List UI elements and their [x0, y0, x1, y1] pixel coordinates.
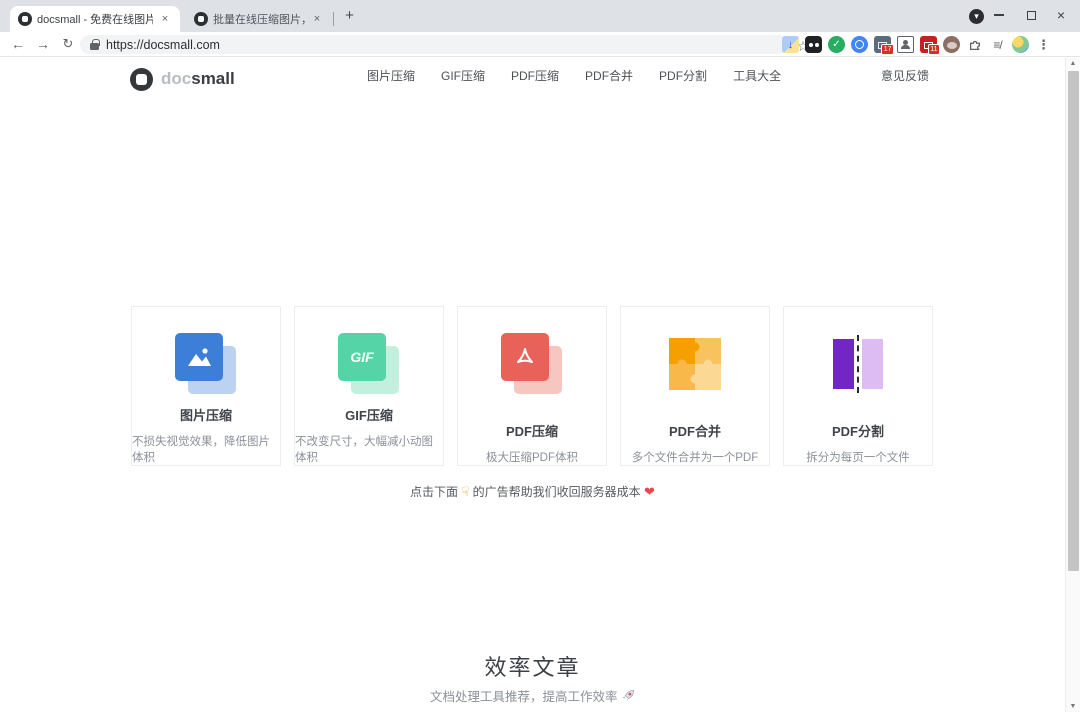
card-title: PDF压缩: [506, 421, 558, 440]
nav-item-pdf-compress[interactable]: PDF压缩: [511, 67, 559, 84]
domino-extension-icon[interactable]: [805, 36, 822, 53]
maximize-button[interactable]: [1014, 0, 1048, 30]
browser-toolbar: ← → ↻ https://docsmall.com ☆ ↓ ✓ 17 11 ≡…: [0, 32, 1080, 57]
puzzle-glyph: [668, 337, 722, 391]
browser-titlebar: docsmall - 免费在线图片压缩… × 批量在线压缩图片，让你摆脱单… ×…: [0, 0, 1080, 32]
ad-note-prefix: 点击下面: [410, 485, 458, 499]
scroll-up-icon[interactable]: ▲: [1066, 60, 1080, 67]
puzzle-extensions-icon[interactable]: [966, 36, 983, 53]
lock-icon[interactable]: [90, 39, 99, 50]
tab-separator: [333, 12, 334, 26]
tab-close-icon[interactable]: ×: [158, 12, 172, 26]
acrobat-glyph: [513, 346, 537, 368]
globe-extension-icon[interactable]: [851, 36, 868, 53]
extension-badge: 11: [928, 44, 940, 55]
card-subtitle: 不损失视觉效果，降低图片体积: [132, 433, 280, 465]
green-check-extension-icon[interactable]: ✓: [828, 36, 845, 53]
docsmall-favicon: [194, 12, 208, 26]
browser-menu-icon[interactable]: ⋮: [1035, 36, 1052, 53]
gif-compress-icon: GIF: [338, 333, 400, 379]
calendar-extension-icon[interactable]: 17: [874, 36, 891, 53]
logo-text-small: small: [191, 69, 234, 89]
pdf-merge-icon: [664, 333, 726, 395]
download-extension-icon[interactable]: ↓: [782, 36, 799, 53]
back-icon[interactable]: ←: [8, 34, 28, 54]
rocket-icon: [621, 689, 635, 706]
site-logo[interactable]: docsmall: [130, 64, 235, 94]
nav-item-all-tools[interactable]: 工具大全: [733, 67, 781, 84]
new-tab-button[interactable]: +: [341, 8, 358, 25]
articles-section-title: 效率文章: [0, 650, 1065, 682]
extension-badge: 17: [881, 44, 894, 55]
card-pdf-split[interactable]: PDF分割 拆分为每页一个文件: [783, 306, 933, 466]
card-subtitle: 拆分为每页一个文件: [806, 449, 910, 465]
card-subtitle: 极大压缩PDF体积: [486, 449, 578, 465]
card-title: PDF合并: [669, 421, 721, 440]
contact-extension-icon[interactable]: [897, 36, 914, 53]
gif-glyph: GIF: [350, 349, 373, 365]
scrollbar-thumb[interactable]: [1068, 71, 1079, 571]
card-title: 图片压缩: [180, 405, 232, 424]
image-glyph: [186, 346, 212, 368]
docsmall-logo-icon: [130, 68, 153, 91]
profile-avatar[interactable]: [1012, 36, 1029, 53]
reload-icon[interactable]: ↻: [58, 34, 78, 54]
red-calendar-extension-icon[interactable]: 11: [920, 36, 937, 53]
card-pdf-merge[interactable]: PDF合并 多个文件合并为一个PDF: [620, 306, 770, 466]
monkey-extension-icon[interactable]: [943, 36, 960, 53]
minimize-button[interactable]: [982, 0, 1016, 30]
extension-row: ↓ ✓ 17 11 ≡/ ⋮: [782, 35, 1052, 54]
articles-subtitle-text: 文档处理工具推荐，提高工作效率: [430, 690, 618, 704]
tab-close-icon[interactable]: ×: [310, 12, 324, 26]
browser-tab-active[interactable]: docsmall - 免费在线图片压缩… ×: [10, 6, 180, 32]
card-subtitle: 多个文件合并为一个PDF: [632, 449, 759, 465]
address-bar[interactable]: https://docsmall.com: [80, 35, 788, 54]
heart-icon: ❤: [644, 484, 655, 499]
scroll-down-icon[interactable]: ▼: [1066, 703, 1080, 710]
card-image-compress[interactable]: 图片压缩 不损失视觉效果，降低图片体积: [131, 306, 281, 466]
close-button[interactable]: ×: [1044, 0, 1078, 30]
list-extension-icon[interactable]: ≡/: [989, 36, 1006, 53]
pdf-split-icon: [827, 333, 889, 395]
url-text[interactable]: https://docsmall.com: [106, 38, 220, 52]
image-compress-icon: [175, 333, 237, 379]
nav-item-pdf-merge[interactable]: PDF合并: [585, 67, 633, 84]
nav-item-pdf-split[interactable]: PDF分割: [659, 67, 707, 84]
ad-support-note: 点击下面 ☟ 的广告帮助我们收回服务器成本 ❤: [0, 483, 1065, 500]
split-glyph: [833, 336, 883, 392]
card-pdf-compress[interactable]: PDF压缩 极大压缩PDF体积: [457, 306, 607, 466]
ad-note-suffix: 的广告帮助我们收回服务器成本: [473, 485, 641, 499]
page-scrollbar[interactable]: ▲ ▼: [1065, 58, 1080, 712]
page-content: docsmall 图片压缩 GIF压缩 PDF压缩 PDF合并 PDF分割 工具…: [0, 58, 1065, 712]
docsmall-favicon: [18, 12, 32, 26]
nav-item-image-compress[interactable]: 图片压缩: [367, 67, 415, 84]
articles-section-subtitle: 文档处理工具推荐，提高工作效率: [0, 686, 1065, 706]
feedback-link[interactable]: 意见反馈: [881, 67, 929, 84]
card-title: PDF分割: [832, 421, 884, 440]
card-subtitle: 不改变尺寸，大幅减小动图体积: [295, 433, 443, 465]
tab-title: docsmall - 免费在线图片压缩…: [37, 11, 153, 27]
main-nav: 图片压缩 GIF压缩 PDF压缩 PDF合并 PDF分割 工具大全: [367, 67, 781, 84]
tool-cards: 图片压缩 不损失视觉效果，降低图片体积 GIF GIF压缩 不改变尺寸，大幅减小…: [131, 306, 933, 466]
nav-item-gif-compress[interactable]: GIF压缩: [441, 67, 485, 84]
point-down-icon: ☟: [461, 484, 469, 499]
forward-icon[interactable]: →: [33, 34, 53, 54]
tab-title: 批量在线压缩图片，让你摆脱单…: [213, 11, 305, 27]
card-title: GIF压缩: [345, 405, 393, 424]
browser-tab-inactive[interactable]: 批量在线压缩图片，让你摆脱单… ×: [186, 6, 332, 32]
pdf-compress-icon: [501, 333, 563, 395]
card-gif-compress[interactable]: GIF GIF压缩 不改变尺寸，大幅减小动图体积: [294, 306, 444, 466]
logo-text-doc: doc: [161, 69, 191, 89]
